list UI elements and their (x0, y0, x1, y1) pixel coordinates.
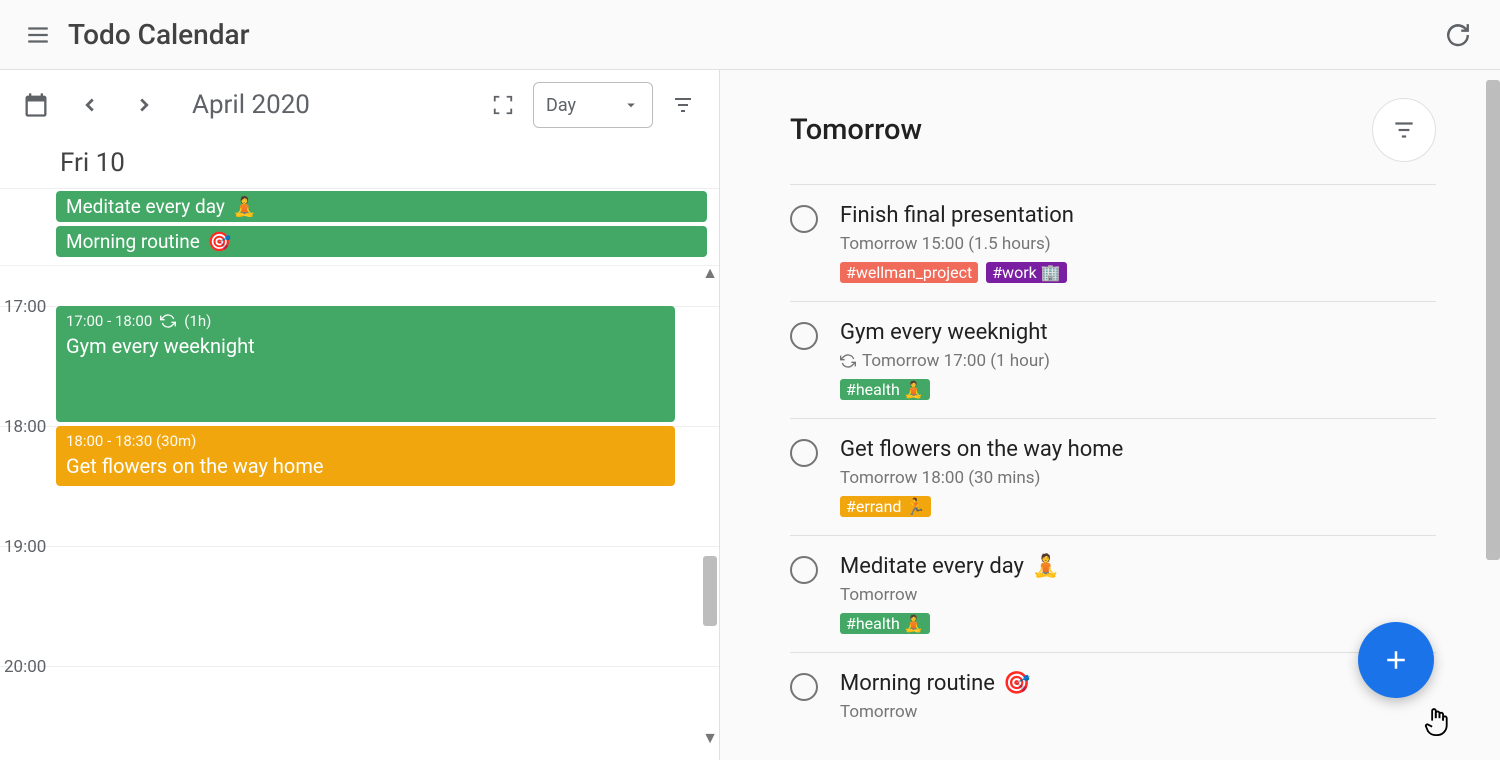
hour-label: 17:00 (4, 297, 46, 317)
prev-icon[interactable] (66, 81, 114, 129)
view-select-label: Day (546, 95, 576, 116)
next-icon[interactable] (120, 81, 168, 129)
event-duration: (1h) (184, 312, 211, 330)
list-title: Tomorrow (790, 113, 922, 147)
todo-item[interactable]: Morning routine 🎯 Tomorrow (790, 653, 1436, 740)
todo-meta: Tomorrow 18:00 (30 mins) (840, 468, 1436, 488)
calendar-today-icon[interactable] (12, 81, 60, 129)
scroll-up-icon[interactable]: ▲ (703, 266, 717, 280)
tag[interactable]: #work🏢 (986, 262, 1066, 283)
tag[interactable]: #errand🏃 (840, 496, 931, 517)
tag[interactable]: #wellman_project (840, 262, 978, 283)
todo-title: Get flowers on the way home (840, 437, 1123, 462)
emoji-icon: 🧘 (1032, 554, 1059, 579)
calendar-event[interactable]: 18:00 - 18:30 (30m) Get flowers on the w… (56, 426, 675, 486)
list-filter-button[interactable] (1372, 98, 1436, 162)
day-header: Fri 10 (0, 140, 719, 189)
scrollbar-track[interactable] (1486, 70, 1500, 760)
event-time: 17:00 - 18:00 (66, 312, 152, 330)
month-title: April 2020 (192, 90, 310, 120)
tag[interactable]: #health🧘 (840, 613, 930, 634)
todo-item[interactable]: Gym every weeknight Tomorrow 17:00 (1 ho… (790, 302, 1436, 418)
add-button[interactable] (1358, 622, 1434, 698)
todo-checkbox[interactable] (790, 322, 818, 350)
todo-title: Gym every weeknight (840, 320, 1048, 345)
allday-events: Meditate every day 🧘 Morning routine 🎯 (0, 189, 719, 265)
todo-meta: Tomorrow (840, 702, 1436, 722)
menu-icon[interactable] (14, 11, 62, 59)
todo-checkbox[interactable] (790, 556, 818, 584)
scrollbar-thumb[interactable] (703, 556, 717, 626)
refresh-icon[interactable] (1434, 11, 1482, 59)
todo-checkbox[interactable] (790, 205, 818, 233)
calendar-body[interactable]: 17:00 18:00 19:00 20:00 17:00 - 18:00 (1… (0, 265, 719, 745)
calendar-filter-icon[interactable] (659, 81, 707, 129)
app-bar: Todo Calendar (0, 0, 1500, 70)
event-title: Gym every weeknight (66, 334, 665, 358)
allday-event[interactable]: Meditate every day 🧘 (56, 191, 707, 222)
tag[interactable]: #health🧘 (840, 379, 930, 400)
chevron-down-icon (622, 96, 640, 114)
emoji-icon: 🧘 (233, 195, 257, 218)
todo-meta: Tomorrow (840, 585, 1436, 605)
view-select[interactable]: Day (533, 82, 653, 128)
calendar-toolbar: April 2020 Day (0, 70, 719, 140)
event-title: Get flowers on the way home (66, 454, 665, 478)
plus-icon (1381, 645, 1411, 675)
todo-item[interactable]: Meditate every day 🧘 Tomorrow #health🧘 (790, 536, 1436, 652)
hour-label: 20:00 (4, 657, 46, 677)
todo-title: Morning routine (840, 671, 995, 696)
hour-label: 18:00 (4, 417, 46, 437)
app-title: Todo Calendar (68, 18, 250, 51)
scroll-down-icon[interactable]: ▼ (703, 731, 717, 745)
todo-list-panel: Tomorrow Finish final presentation Tomor… (720, 70, 1500, 760)
todo-checkbox[interactable] (790, 439, 818, 467)
todo-meta: Tomorrow 15:00 (1.5 hours) (840, 234, 1436, 254)
hour-label: 19:00 (4, 537, 46, 557)
todo-checkbox[interactable] (790, 673, 818, 701)
todo-meta-text: Tomorrow 17:00 (1 hour) (862, 351, 1050, 371)
emoji-icon: 🎯 (1003, 671, 1030, 696)
filter-icon (1391, 117, 1417, 143)
recurring-icon (840, 353, 856, 369)
todo-item[interactable]: Finish final presentation Tomorrow 15:00… (790, 185, 1436, 301)
calendar-event[interactable]: 17:00 - 18:00 (1h) Gym every weeknight (56, 306, 675, 422)
fullscreen-icon[interactable] (479, 81, 527, 129)
recurring-icon (160, 313, 176, 329)
todo-item[interactable]: Get flowers on the way home Tomorrow 18:… (790, 419, 1436, 535)
todo-title: Meditate every day (840, 554, 1024, 579)
todo-title: Finish final presentation (840, 203, 1074, 228)
scrollbar-thumb[interactable] (1486, 80, 1500, 560)
emoji-icon: 🎯 (208, 230, 232, 253)
event-time: 18:00 - 18:30 (30m) (66, 432, 196, 450)
allday-event-title: Morning routine (66, 230, 200, 253)
allday-event-title: Meditate every day (66, 195, 225, 218)
allday-event[interactable]: Morning routine 🎯 (56, 226, 707, 257)
calendar-panel: April 2020 Day Fri 10 Meditate every day… (0, 70, 720, 760)
